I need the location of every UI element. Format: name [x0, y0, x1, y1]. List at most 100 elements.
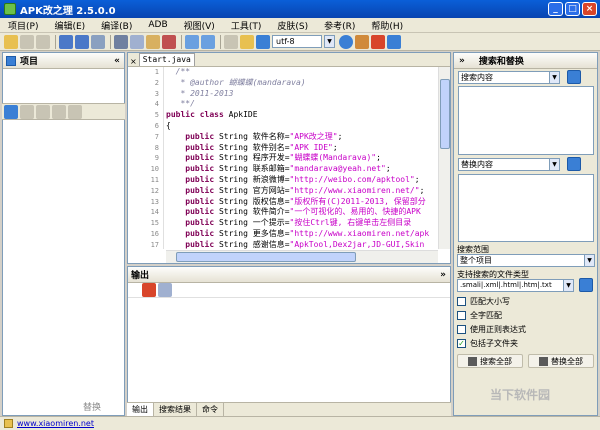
whole-word-checkbox[interactable]: 全字匹配 — [457, 310, 502, 321]
code-line: * @author 蝴蝶蝶(mandarava) — [166, 78, 438, 89]
checkbox-box[interactable] — [457, 311, 466, 320]
undo-icon[interactable] — [185, 34, 199, 49]
save-all-icon[interactable] — [75, 34, 89, 49]
menu-adb[interactable]: ADB — [140, 20, 175, 30]
replace-options-icon[interactable] — [567, 157, 581, 171]
replace-input[interactable] — [458, 174, 594, 242]
code-token: "蝴蝶蝶(Mandarava)" — [289, 153, 377, 163]
line-number: 14 — [150, 208, 159, 217]
code-token: public class — [166, 110, 229, 120]
refresh-icon[interactable] — [4, 104, 18, 119]
replace-icon[interactable] — [240, 34, 254, 49]
menu-edit[interactable]: 编辑(E) — [46, 19, 93, 32]
help-icon[interactable] — [339, 34, 353, 49]
filetypes-select[interactable]: .smali|.xml|.html|.htm|.txt ▼ — [457, 279, 574, 292]
replace-all-button[interactable]: 替换全部 — [528, 354, 594, 368]
code-line: public String 联系邮箱="mandarava@yeah.net"; — [166, 164, 438, 175]
match-case-checkbox[interactable]: 匹配大小写 — [457, 296, 510, 307]
line-number: 3 — [154, 89, 159, 98]
menu-help[interactable]: 帮助(H) — [363, 19, 411, 32]
chevron-down-icon[interactable]: ▼ — [584, 255, 594, 266]
microphone-icon[interactable] — [355, 34, 369, 49]
code-token: { — [166, 120, 171, 130]
arrow-icon[interactable] — [68, 104, 82, 119]
binoculars-icon — [468, 356, 477, 366]
chevron-down-icon[interactable]: ▼ — [563, 280, 573, 291]
chevron-down-icon[interactable]: ▼ — [549, 159, 559, 170]
search-input[interactable] — [458, 86, 594, 155]
code-token: String 新浪微博= — [218, 174, 290, 184]
redo-icon[interactable] — [201, 34, 215, 49]
file-icon[interactable] — [20, 104, 34, 119]
settings-icon[interactable] — [387, 34, 401, 49]
maximize-button[interactable]: □ — [565, 2, 580, 16]
checkbox-box[interactable] — [457, 325, 466, 334]
tab-command[interactable]: 命令 — [197, 403, 224, 416]
checkbox-box[interactable]: ✓ — [457, 339, 466, 348]
checkbox-box[interactable] — [457, 297, 466, 306]
delete-icon[interactable] — [162, 34, 176, 49]
line-number: 8 — [154, 143, 159, 152]
search-replace-icon[interactable] — [256, 34, 270, 49]
toolbar-separator — [220, 34, 221, 49]
close-tab-icon[interactable]: × — [128, 57, 139, 66]
code-text[interactable]: /** * @author 蝴蝶蝶(mandarava) * 2011-2013… — [166, 67, 438, 249]
save-icon[interactable] — [59, 34, 73, 49]
website-link[interactable]: www.xiaomiren.net — [17, 419, 94, 428]
tab-output[interactable]: 输出 — [127, 403, 154, 416]
menu-view[interactable]: 视图(V) — [176, 19, 223, 32]
minimize-button[interactable]: _ — [548, 2, 563, 16]
regex-checkbox[interactable]: 使用正则表达式 — [457, 324, 526, 335]
replace-content-combo[interactable]: 替换内容 ▼ — [458, 158, 560, 171]
exit-icon[interactable] — [371, 34, 385, 49]
filetypes-settings-icon[interactable] — [579, 278, 593, 292]
scrollbar-thumb[interactable] — [440, 79, 450, 149]
code-token: ; — [419, 185, 425, 195]
menu-project[interactable]: 项目(P) — [0, 19, 46, 32]
print-icon[interactable] — [91, 34, 105, 49]
clear-output-icon[interactable] — [142, 283, 156, 297]
project-replace-button[interactable]: 替换 — [62, 400, 122, 414]
menu-skin[interactable]: 皮肤(S) — [269, 19, 316, 32]
new-icon[interactable] — [20, 34, 34, 49]
vertical-scrollbar[interactable] — [438, 67, 450, 249]
code-token: ; — [376, 153, 381, 163]
code-token: public — [166, 239, 219, 249]
encoding-select[interactable]: utf-8 — [272, 35, 322, 48]
code-token: public — [166, 207, 219, 217]
collapse-icon[interactable]: « — [114, 56, 120, 66]
find-icon[interactable] — [224, 34, 238, 49]
close-button[interactable]: × — [582, 2, 597, 16]
collapse-down-icon[interactable]: » — [440, 270, 446, 280]
copy-icon[interactable] — [36, 104, 50, 119]
menu-reference[interactable]: 参考(R) — [316, 19, 363, 32]
chevron-down-icon[interactable]: ▼ — [549, 72, 559, 83]
include-subfolders-checkbox[interactable]: ✓ 包括子文件夹 — [457, 338, 518, 349]
delete-icon[interactable] — [52, 104, 66, 119]
cut-icon[interactable] — [114, 34, 128, 49]
code-line: { — [166, 121, 438, 132]
menu-tools[interactable]: 工具(T) — [223, 19, 270, 32]
project-panel-title: 项目 — [20, 57, 39, 67]
menu-build[interactable]: 编译(B) — [93, 19, 140, 32]
scope-select[interactable]: 整个项目 ▼ — [457, 254, 595, 267]
code-token: "http://www.xiaomiren.net/apk — [289, 228, 430, 238]
line-number: 2 — [154, 78, 159, 87]
copy-icon[interactable] — [130, 34, 144, 49]
replace-icon — [539, 356, 548, 366]
close-project-icon[interactable] — [36, 34, 50, 49]
copy-output-icon[interactable] — [158, 283, 172, 297]
search-options-icon[interactable] — [567, 70, 581, 84]
editor-tab-start-java[interactable]: Start.java — [138, 53, 195, 66]
horizontal-scrollbar[interactable] — [166, 250, 438, 263]
line-number: 17 — [150, 240, 159, 249]
search-all-button[interactable]: 搜索全部 — [457, 354, 523, 368]
open-folder-icon[interactable] — [4, 34, 18, 49]
tab-search-results[interactable]: 搜索结果 — [154, 403, 197, 416]
search-content-combo[interactable]: 搜索内容 ▼ — [458, 71, 560, 84]
chevron-down-icon[interactable]: ▼ — [324, 35, 335, 48]
collapse-icon[interactable]: » — [459, 56, 465, 66]
scrollbar-thumb[interactable] — [176, 252, 356, 262]
code-editor[interactable]: × Start.java 1 2 3 4 5 6 7 8 9 10 11 12 13 14 15 16 17 /… — [127, 52, 451, 264]
paste-icon[interactable] — [146, 34, 160, 49]
